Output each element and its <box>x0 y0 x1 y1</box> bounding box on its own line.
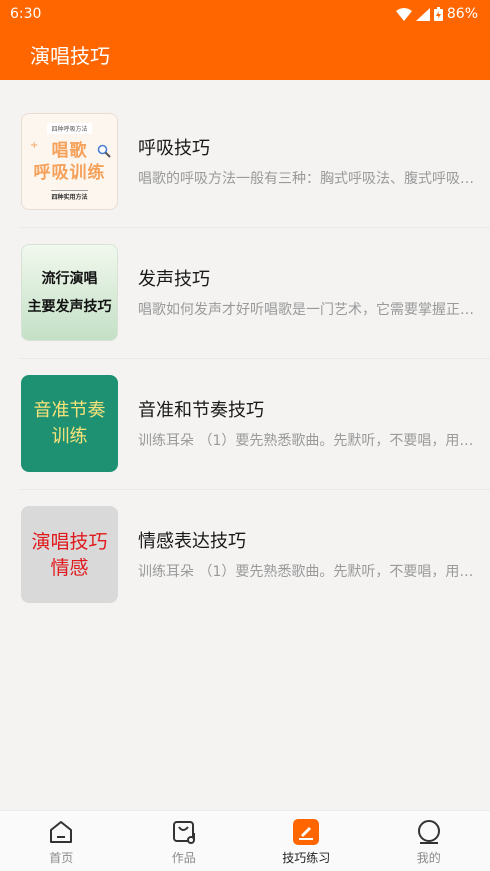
thumbnail: 音准节奏 训练 <box>21 375 118 472</box>
tab-label: 我的 <box>416 851 441 865</box>
wifi-icon <box>395 7 412 21</box>
thumbnail-text: 演唱技巧 <box>31 530 108 553</box>
tab-label: 首页 <box>49 851 74 865</box>
thumbnail: 流行演唱 主要发声技巧 <box>21 244 118 341</box>
item-description: 唱歌的呼吸方法一般有三种：胸式呼吸法、腹式呼吸法、胸腹式联合呼吸法 <box>138 171 482 187</box>
app-header: 演唱技巧 <box>0 28 490 80</box>
tab-home[interactable]: 首页 <box>0 811 123 871</box>
status-bar: 6:30 86% <box>0 0 490 28</box>
list-item[interactable]: + 四种呼吸方法 唱歌 呼吸训练 四种实用方法 呼吸技巧 唱歌的呼吸方法一般有三… <box>0 96 490 227</box>
page-title: 演唱技巧 <box>30 43 110 68</box>
tab-label: 作品 <box>171 851 196 865</box>
item-description: 训练耳朵 （1）要先熟悉歌曲。先默听，不要唱，用心去感受旋律 <box>138 433 482 449</box>
tab-label: 技巧练习 <box>282 851 331 865</box>
magnifier-icon <box>97 144 111 158</box>
signal-icon <box>415 7 430 21</box>
list-item[interactable]: 演唱技巧 情感 情感表达技巧 训练耳朵 （1）要先熟悉歌曲。先默听，不要唱，用心… <box>0 489 490 620</box>
technique-list: + 四种呼吸方法 唱歌 呼吸训练 四种实用方法 呼吸技巧 唱歌的呼吸方法一般有三… <box>0 96 490 620</box>
home-icon <box>50 821 73 843</box>
pen-icon <box>293 819 320 845</box>
list-item[interactable]: 流行演唱 主要发声技巧 发声技巧 唱歌如何发声才好听唱歌是一门艺术，它需要掌握正… <box>0 227 490 358</box>
bottom-tab-bar: 首页 作品 技巧练习 我的 <box>0 810 490 871</box>
thumbnail-text: 唱歌 <box>51 140 88 161</box>
tab-skill-practice[interactable]: 技巧练习 <box>245 811 368 871</box>
thumbnail-caption: 四种呼吸方法 <box>47 122 92 134</box>
battery-percent: 86% <box>446 6 478 22</box>
tab-works[interactable]: 作品 <box>123 811 246 871</box>
item-title: 发声技巧 <box>138 269 210 290</box>
thumbnail-text: 训练 <box>51 425 88 447</box>
item-title: 音准和节奏技巧 <box>138 400 264 421</box>
thumbnail-text: 情感 <box>50 556 89 579</box>
thumbnail-text: 呼吸训练 <box>33 162 106 183</box>
status-icons: 86% <box>395 6 478 22</box>
thumbnail: 演唱技巧 情感 <box>21 506 118 603</box>
thumbnail-footer: 四种实用方法 <box>51 189 88 201</box>
status-time: 6:30 <box>10 6 42 22</box>
battery-icon <box>433 7 443 21</box>
thumbnail-text: 音准节奏 <box>33 399 106 421</box>
item-description: 训练耳朵 （1）要先熟悉歌曲。先默听，不要唱，用心去感受旋律 <box>138 564 482 580</box>
person-icon <box>417 820 440 844</box>
list-item[interactable]: 音准节奏 训练 音准和节奏技巧 训练耳朵 （1）要先熟悉歌曲。先默听，不要唱，用… <box>0 358 490 489</box>
item-title: 情感表达技巧 <box>138 531 246 552</box>
item-description: 唱歌如何发声才好听唱歌是一门艺术，它需要掌握正确的发声方法 <box>138 302 482 318</box>
music-note-icon <box>172 821 195 844</box>
thumbnail: + 四种呼吸方法 唱歌 呼吸训练 四种实用方法 <box>21 113 118 210</box>
tab-me[interactable]: 我的 <box>368 811 490 871</box>
thumbnail-text: 主要发声技巧 <box>27 298 112 315</box>
thumbnail-text: 流行演唱 <box>41 270 98 287</box>
sparkle-icon: + <box>30 140 39 151</box>
item-title: 呼吸技巧 <box>138 138 210 159</box>
